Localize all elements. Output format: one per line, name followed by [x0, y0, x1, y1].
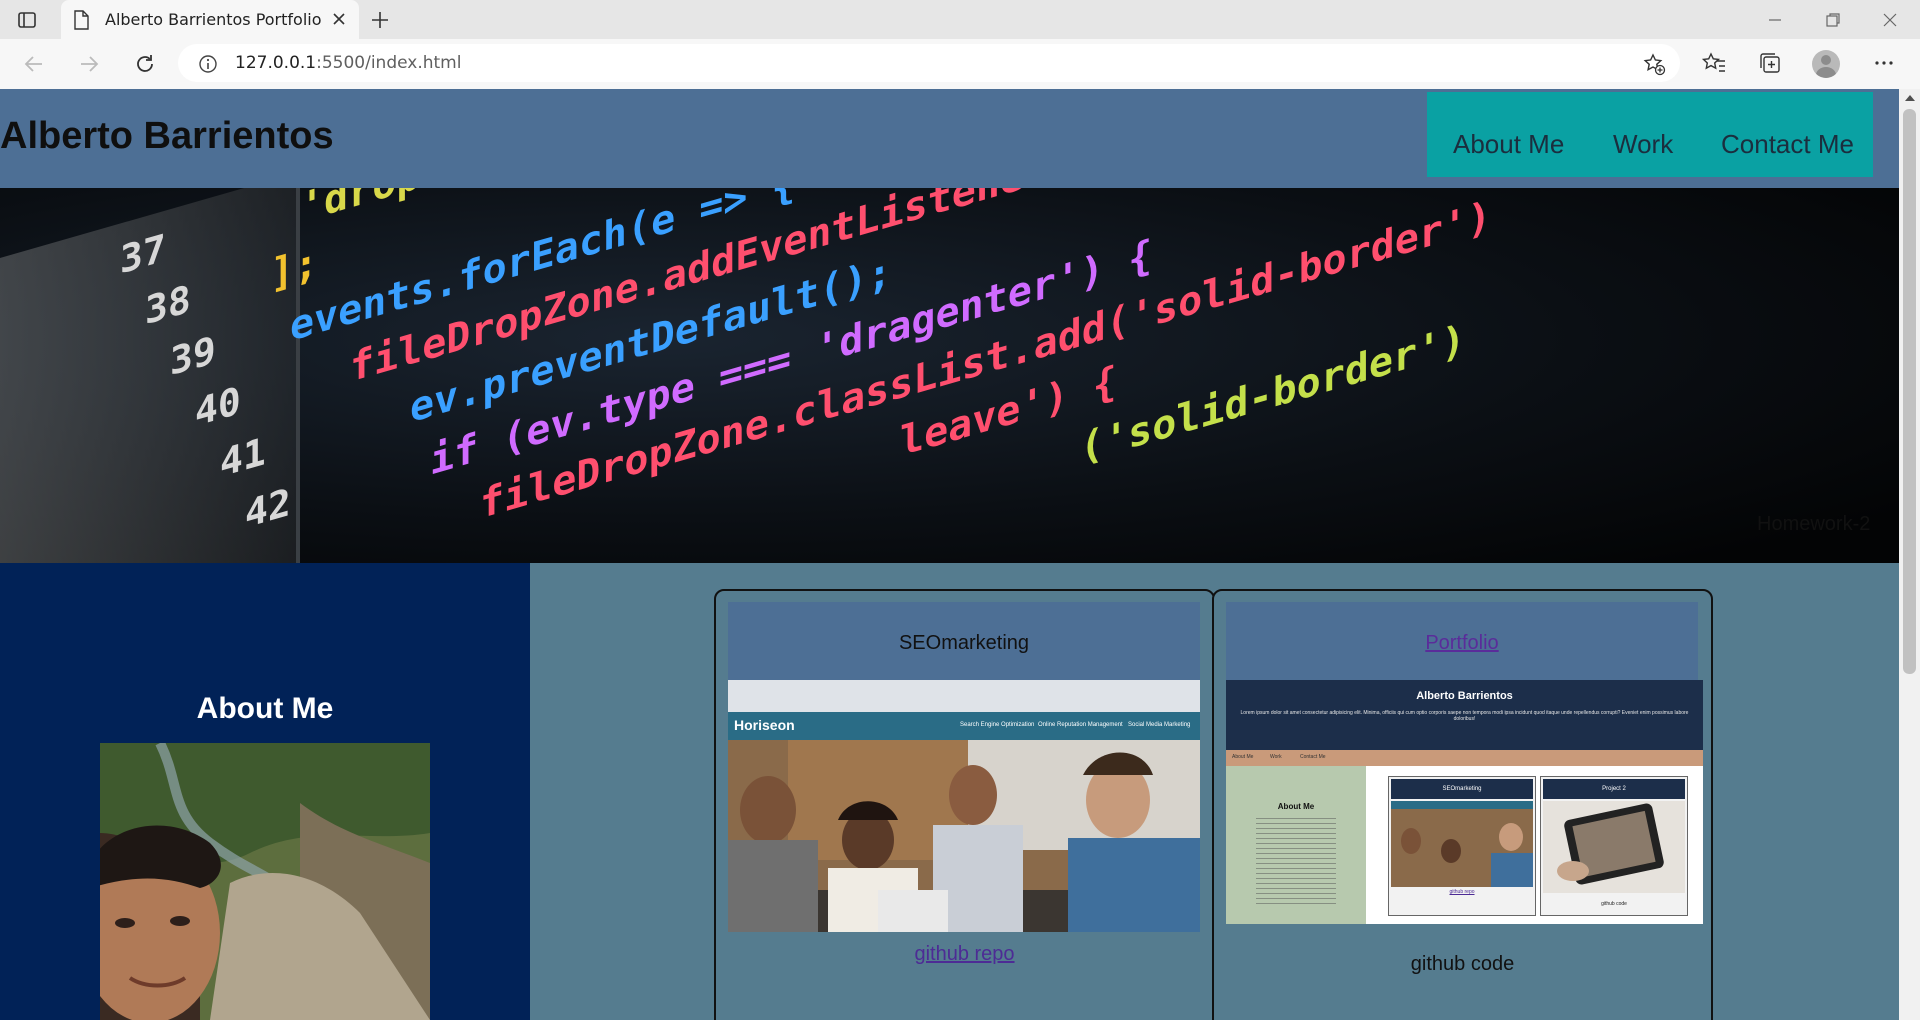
team-photo: [728, 740, 1200, 932]
forward-icon[interactable]: [76, 51, 102, 77]
mini-site-header: Alberto Barrientos Lorem ipsum dolor sit…: [1226, 680, 1703, 750]
site-title: Alberto Barrientos: [0, 115, 334, 157]
page-scrollbar[interactable]: [1899, 89, 1920, 1020]
github-repo-link[interactable]: github repo: [716, 943, 1213, 966]
site-header: Alberto Barrientos About Me Work Contact…: [0, 89, 1899, 188]
mini-card: SEOmarketing github repo: [1388, 776, 1536, 916]
tab-title: Alberto Barrientos Portfolio: [105, 10, 322, 29]
about-section: About Me: [0, 563, 530, 1020]
mini-site-name: Alberto Barrientos: [1416, 690, 1513, 702]
site-nav: About Me Work Contact Me: [1427, 92, 1873, 177]
mini-card: Project 2 github code: [1540, 776, 1688, 916]
mini-card-caption: github code: [1601, 901, 1627, 907]
mini-nav-item: About Me: [1232, 754, 1254, 760]
mini-browser-bar: [728, 680, 1200, 712]
favorites-icon[interactable]: [1700, 49, 1728, 77]
profile-avatar[interactable]: [1812, 50, 1840, 78]
portfolio-screenshot[interactable]: Alberto Barrientos Lorem ipsum dolor sit…: [1226, 680, 1703, 924]
page-viewport: Alberto Barrientos About Me Work Contact…: [0, 89, 1899, 1020]
restore-icon[interactable]: [1821, 8, 1845, 32]
profile-photo: [100, 743, 430, 1020]
mini-about-heading: About Me: [1277, 802, 1315, 811]
mini-blurb: Lorem ipsum dolor sit amet consectetur a…: [1240, 710, 1689, 722]
mini-card-title: SEOmarketing: [1391, 779, 1533, 799]
mini-nav-item: Online Reputation Management: [1038, 722, 1123, 728]
mini-nav-item: Social Media Marketing: [1128, 722, 1191, 728]
browser-tab[interactable]: Alberto Barrientos Portfolio: [61, 0, 359, 39]
url-text[interactable]: 127.0.0.1:5500/index.html: [235, 53, 461, 73]
seomarketing-screenshot[interactable]: Horiseon Search Engine Optimization Onli…: [728, 680, 1200, 932]
page-icon: [73, 10, 89, 34]
add-favorite-icon[interactable]: [1642, 52, 1666, 80]
more-menu-icon[interactable]: [1870, 49, 1898, 77]
tab-actions-icon[interactable]: [16, 9, 38, 31]
hero-banner: 37 38 39 40 41 42 'drop' ]; events.forEa…: [0, 188, 1899, 563]
address-bar[interactable]: 127.0.0.1:5500/index.html: [178, 44, 1680, 82]
browser-tab-strip: Alberto Barrientos Portfolio: [0, 0, 1920, 39]
work-card-header: SEOmarketing: [728, 602, 1200, 680]
mini-about: About Me: [1226, 766, 1366, 924]
github-code-text: github code: [1410, 953, 1515, 975]
hero-code-image: 37 38 39 40 41 42 'drop' ]; events.forEa…: [0, 188, 1899, 563]
scroll-thumb[interactable]: [1903, 109, 1916, 674]
nav-link-work[interactable]: Work: [1613, 129, 1673, 160]
mini-nav-bar: About Me Work Contact Me: [1226, 750, 1703, 766]
mini-team-photo: [1391, 801, 1533, 887]
mini-brand: Horiseon: [734, 717, 795, 733]
site-info-icon[interactable]: [198, 54, 218, 78]
refresh-icon[interactable]: [132, 51, 158, 77]
nav-link-contact-me[interactable]: Contact Me: [1721, 129, 1854, 160]
collections-icon[interactable]: [1756, 49, 1784, 77]
portfolio-title-link[interactable]: Portfolio: [1425, 632, 1498, 655]
nav-link-about-me[interactable]: About Me: [1453, 129, 1564, 160]
hero-caption: Homework-2: [1757, 513, 1871, 535]
work-card-seomarketing: SEOmarketing Horiseon Search Engine Opti…: [714, 589, 1215, 1020]
work-card-title: SEOmarketing: [898, 632, 1030, 654]
mini-about-text: [1256, 818, 1336, 904]
minimize-icon[interactable]: [1763, 8, 1787, 32]
work-card-header: Portfolio: [1226, 602, 1698, 680]
mini-nav-item: Work: [1270, 754, 1282, 760]
mini-site-header: Horiseon Search Engine Optimization Onli…: [728, 712, 1200, 740]
back-icon[interactable]: [21, 51, 47, 77]
close-window-icon[interactable]: [1878, 8, 1902, 32]
browser-toolbar: 127.0.0.1:5500/index.html: [0, 39, 1920, 90]
mini-nav-item: Contact Me: [1300, 754, 1326, 760]
mini-card-title: Project 2: [1543, 779, 1685, 799]
mini-tablet-photo: [1543, 801, 1685, 893]
mini-nav-item: Search Engine Optimization: [960, 722, 1035, 728]
about-heading: About Me: [196, 692, 334, 725]
new-tab-icon[interactable]: [368, 8, 392, 36]
scroll-up-arrow-icon[interactable]: [1905, 95, 1915, 101]
close-tab-icon[interactable]: [329, 9, 349, 33]
mini-card-link: github repo: [1449, 889, 1475, 895]
work-card-portfolio: Portfolio Alberto Barrientos Lorem ipsum…: [1212, 589, 1713, 1020]
